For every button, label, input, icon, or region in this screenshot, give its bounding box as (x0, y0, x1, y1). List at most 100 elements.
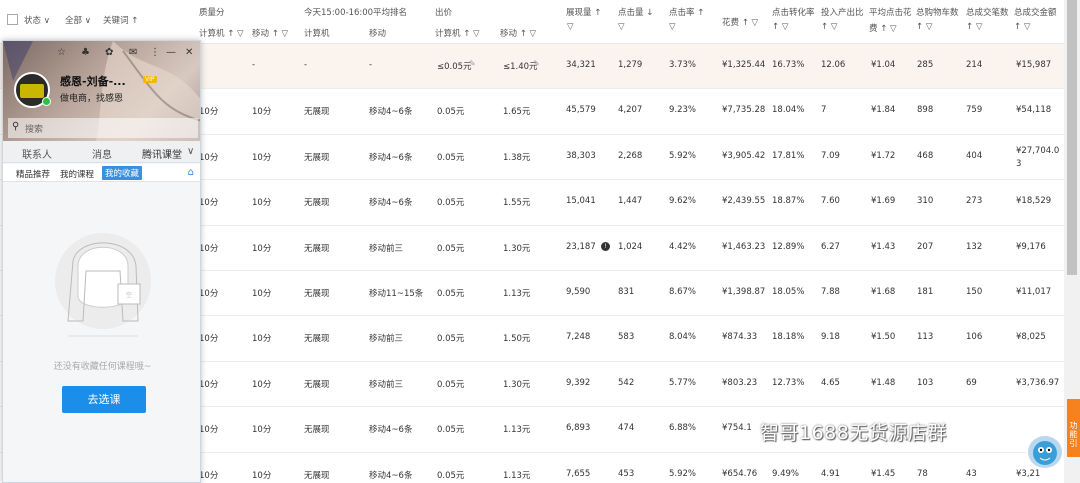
cell-bid-pc[interactable]: 0.05元 (437, 332, 464, 344)
impressions-filter[interactable]: ▽ (567, 22, 574, 32)
cvr-header[interactable]: 点击转化率 (772, 6, 815, 18)
cell-bid-pc[interactable]: 0.05元 (437, 242, 464, 254)
tab-contacts[interactable]: 联系人 (22, 146, 52, 161)
cell-q-mobile: 10分 (252, 289, 272, 299)
orders-sort-filter[interactable]: ↑ ▽ (966, 22, 982, 32)
scrollbar-thumb[interactable] (1067, 0, 1077, 275)
chevron-down-icon[interactable]: ∨ (187, 146, 194, 157)
keyword-sort[interactable]: 关键词 ↑ (103, 14, 138, 26)
qq-header: ☆ ♣ ✿ ✉ ⋮ — ✕ 感恩-刘备-... VIP 做电商，找感恩 ⚲ 搜索 (3, 41, 200, 153)
cell-cost: ¥3,905.42 (722, 150, 766, 161)
select-all-checkbox[interactable] (7, 14, 18, 25)
cell-rank-mobile: 移动4~6条 (369, 198, 413, 209)
orders-header[interactable]: 总成交笔数 (966, 6, 1009, 18)
cell-bid-pc[interactable]: 0.05元 (437, 378, 464, 390)
cell-clicks: 583 (618, 332, 635, 343)
cell-bid-mobile[interactable]: 1.13元 (503, 423, 530, 435)
cell-roi: 6.27 (821, 241, 840, 252)
contact-search[interactable]: ⚲ 搜索 (8, 118, 198, 138)
cell-bid-pc[interactable]: 0.05元 (437, 105, 464, 117)
watermark-text: 智哥1688无货源店群 (760, 422, 947, 444)
cell-carts: 103 (917, 377, 934, 388)
tab-tencent-classroom[interactable]: 腾讯课堂 (142, 146, 182, 161)
choose-course-button[interactable]: 去选课 (62, 386, 146, 413)
rank-mobile-label: 移动 (369, 29, 387, 39)
cell-bid-pc[interactable]: 0.05元 (437, 423, 464, 435)
cell-cost: ¥654.76 (722, 468, 758, 479)
clicks-filter[interactable]: ▽ (618, 22, 625, 32)
gmv-header[interactable]: 总成交金额 (1014, 6, 1057, 18)
clicks-header[interactable]: 点击量 ↓ (618, 6, 653, 18)
star-icon[interactable]: ☆ (57, 47, 66, 58)
cell-roi: 7.60 (821, 196, 840, 207)
cell-gmv: ¥27,704.03 (1016, 145, 1060, 169)
qq-panel: ☆ ♣ ✿ ✉ ⋮ — ✕ 感恩-刘备-... VIP 做电商，找感恩 ⚲ 搜索… (2, 40, 201, 483)
status-filter[interactable]: 状态 ∨ (24, 14, 50, 26)
cpc-sort-filter[interactable]: 费 ↑ ▽ (869, 22, 897, 34)
cell-rank-mobile: 移动11~15条 (369, 289, 424, 299)
cell-q-pc: 10分 (199, 334, 219, 345)
cell-bid-pc[interactable]: ≤0.05元 (437, 60, 472, 72)
cvr-sort-filter[interactable]: ↑ ▽ (772, 22, 788, 32)
shirt-icon[interactable]: ♣ (81, 47, 90, 58)
quality-mobile-sort[interactable]: 移动 ↑ ▽ (252, 27, 288, 39)
more-icon[interactable]: ⋮ (150, 47, 160, 58)
ctr-filter[interactable]: ▽ (669, 22, 676, 32)
cell-clicks: 1,024 (618, 241, 643, 252)
close-icon[interactable]: ✕ (185, 47, 193, 58)
vip-badge[interactable]: VIP (143, 76, 157, 83)
cost-header[interactable]: 花费 ↑ ▽ (722, 16, 758, 28)
cell-bid-mobile[interactable]: 1.13元 (503, 469, 530, 481)
all-filter[interactable]: 全部 ∨ (65, 14, 91, 26)
cell-bid-mobile[interactable]: 1.65元 (503, 105, 530, 117)
subtab-my-favorites[interactable]: 我的收藏 (102, 166, 143, 180)
cell-cvr: 12.89% (772, 241, 805, 252)
cell-orders: 132 (966, 241, 983, 252)
online-status-icon[interactable] (42, 97, 51, 106)
carts-sort-filter[interactable]: ↑ ▽ (916, 22, 932, 32)
roi-header[interactable]: 投入产出比 (821, 6, 864, 18)
cell-bid-mobile[interactable]: 1.55元 (503, 196, 530, 208)
bid-mobile-sort[interactable]: 移动 ↑ ▽ (500, 27, 536, 39)
cell-bid-mobile[interactable]: 1.38元 (503, 151, 530, 163)
cell-bid-mobile[interactable]: 1.50元 (503, 332, 530, 344)
subtab-my-courses[interactable]: 我的课程 (60, 168, 94, 180)
mail-icon[interactable]: ✉ (129, 47, 137, 58)
cell-roi: 12.06 (821, 60, 846, 70)
tab-messages[interactable]: 消息 (92, 146, 112, 161)
bid-pc-sort[interactable]: 计算机 ↑ ▽ (435, 27, 480, 39)
roi-sort-filter[interactable]: ↑ ▽ (821, 22, 837, 32)
cell-gmv: ¥3,736.97 (1016, 377, 1060, 388)
impressions-header[interactable]: 展现量 ↑ (566, 6, 601, 18)
info-icon[interactable]: ! (598, 241, 610, 251)
edit-pencil-icon[interactable]: ✎ (533, 59, 540, 68)
cell-impr: 34,321 (566, 60, 596, 70)
cpc-header[interactable]: 平均点击花 (869, 6, 912, 18)
cell-impr: 9,392 (566, 377, 591, 388)
cell-orders: 759 (966, 105, 983, 116)
subtab-recommended[interactable]: 精品推荐 (16, 168, 50, 180)
gmv-sort-filter[interactable]: ↑ ▽ (1014, 22, 1030, 32)
cell-bid-pc[interactable]: 0.05元 (437, 469, 464, 481)
ctr-header[interactable]: 点击率 ↑ (669, 6, 704, 18)
cell-carts: 113 (917, 332, 934, 343)
cell-bid-pc[interactable]: 0.05元 (437, 151, 464, 163)
gift-icon[interactable]: ✿ (105, 47, 113, 58)
quality-pc-sort[interactable]: 计算机 ↑ ▽ (199, 27, 244, 39)
home-icon[interactable]: ⌂ (188, 167, 194, 178)
cell-impr: 7,655 (566, 468, 591, 479)
cell-cost: ¥754.1 (722, 423, 752, 434)
minimize-icon[interactable]: — (166, 47, 176, 58)
rank-pc-label: 计算机 (304, 29, 330, 39)
cell-bid-mobile[interactable]: 1.30元 (503, 242, 530, 254)
edit-pencil-icon[interactable]: ✎ (469, 59, 476, 68)
cell-bid-pc[interactable]: 0.05元 (437, 196, 464, 208)
cell-cpc: ¥1.69 (871, 196, 896, 207)
cell-bid-mobile[interactable]: 1.13元 (503, 287, 530, 299)
qq-signature[interactable]: 做电商，找感恩 (60, 91, 123, 104)
cell-bid-mobile[interactable]: 1.30元 (503, 378, 530, 390)
cell-q-mobile: 10分 (252, 425, 272, 436)
side-function-tab[interactable]: 功能引 (1067, 399, 1080, 457)
cell-bid-pc[interactable]: 0.05元 (437, 287, 464, 299)
carts-header[interactable]: 总购物车数 (916, 6, 959, 18)
